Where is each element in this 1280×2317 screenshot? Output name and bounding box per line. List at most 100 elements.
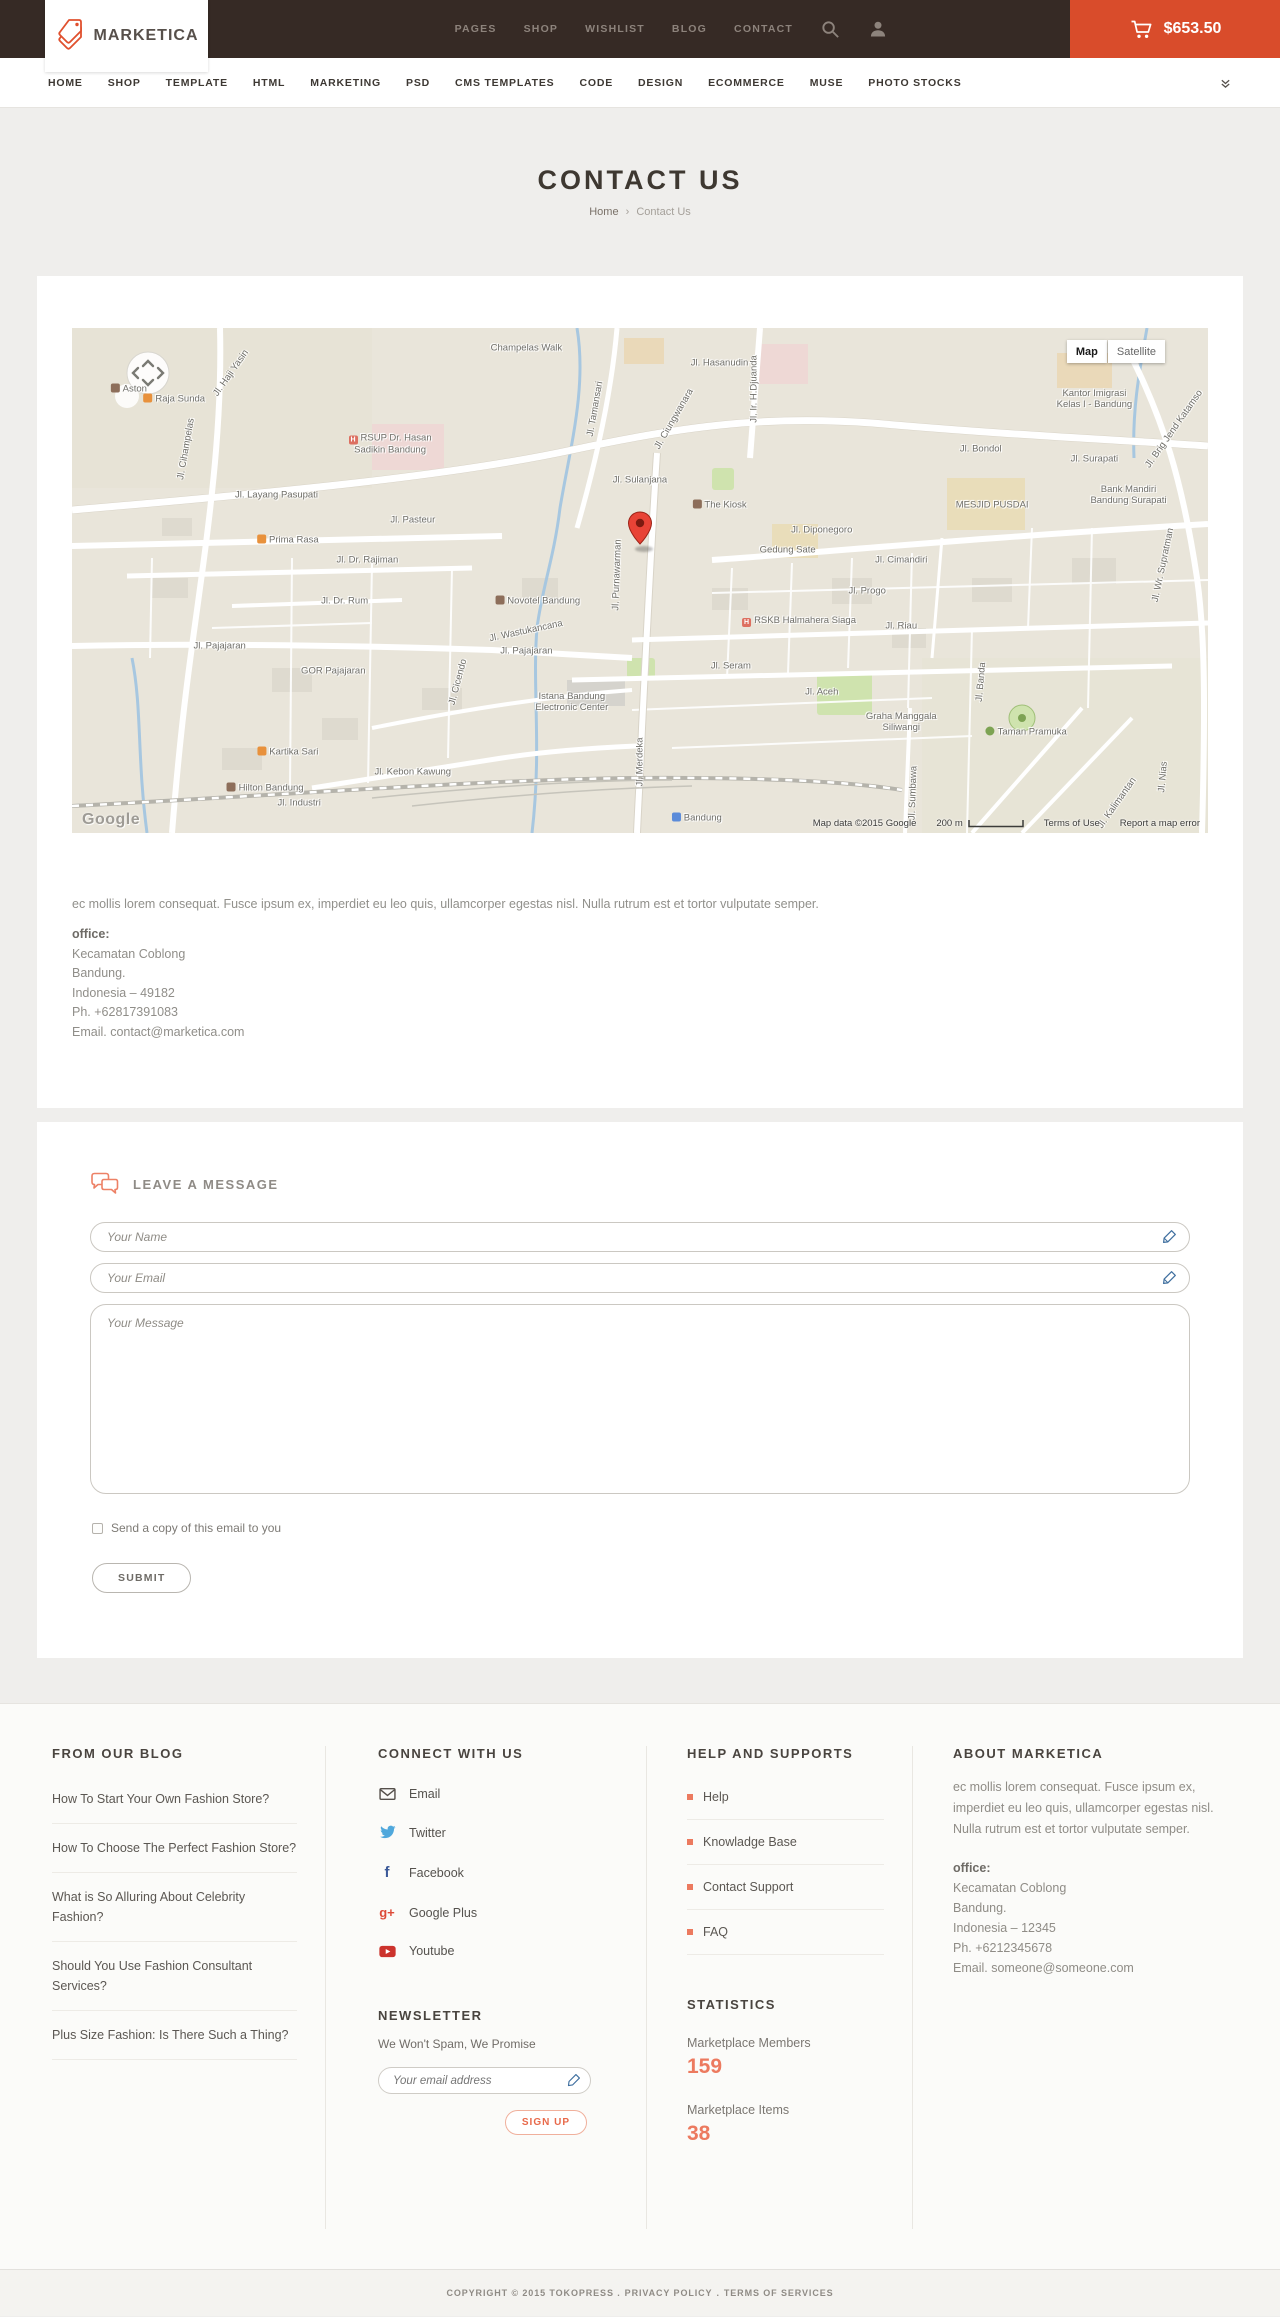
header-nav-link[interactable]: PAGES xyxy=(455,23,497,35)
hosp-poi-icon: H xyxy=(742,617,752,627)
map-label: Raja Sunda xyxy=(143,393,205,404)
rest-poi-icon xyxy=(257,746,267,756)
cart-button[interactable]: $653.50 xyxy=(1070,0,1280,58)
hotel-poi-icon xyxy=(110,383,120,393)
list-item: Knowladge Base xyxy=(687,1820,884,1865)
map-scale-label: 200 m xyxy=(936,818,963,829)
map-scale: 200 m xyxy=(936,818,1024,829)
map-label: Jl. Wr. Supratman xyxy=(1149,527,1176,604)
main-menu-link[interactable]: TEMPLATE xyxy=(166,77,228,89)
social-link[interactable]: Email xyxy=(378,1775,618,1813)
main-menu-link[interactable]: MUSE xyxy=(810,77,844,89)
privacy-policy-link[interactable]: PRIVACY POLICY xyxy=(625,2288,713,2298)
blog-post-link[interactable]: Should You Use Fashion Consultant Servic… xyxy=(52,1942,297,2010)
name-input[interactable] xyxy=(90,1222,1190,1252)
send-copy-label: Send a copy of this email to you xyxy=(111,1521,282,1535)
map-label: Jl. Purnawarman xyxy=(610,539,625,612)
submit-button[interactable]: SUBMIT xyxy=(92,1563,192,1593)
main-menu-link[interactable]: CMS TEMPLATES xyxy=(455,77,554,89)
header-nav-link[interactable]: WISHLIST xyxy=(585,23,645,35)
map-label: Jl. Dr. Rum xyxy=(321,595,369,607)
office-label: office: xyxy=(72,927,110,941)
social-link[interactable]: f Facebook xyxy=(378,1852,618,1893)
signup-button[interactable]: SIGN UP xyxy=(504,2110,587,2135)
office-address-line: Indonesia – 49182 xyxy=(72,985,175,1000)
main-menu-link[interactable]: PSD xyxy=(406,77,430,89)
chevron-down-icon[interactable] xyxy=(1220,78,1231,89)
map-view-button[interactable]: Map xyxy=(1066,340,1107,363)
report-map-error-link[interactable]: Report a map error xyxy=(1120,818,1200,829)
social-label: Twitter xyxy=(409,1825,446,1840)
office-address-line: Kecamatan Coblong xyxy=(953,1881,1067,1895)
main-menu-link[interactable]: HOME xyxy=(48,77,83,89)
statistic-item: Marketplace Members 159 xyxy=(687,2036,884,2079)
map-label: Jl. Hasanudin xyxy=(690,357,749,369)
blog-post-link[interactable]: What is So Alluring About Celebrity Fash… xyxy=(52,1873,297,1941)
help-link[interactable]: Knowladge Base xyxy=(687,1820,884,1864)
map-label: Novotel Bandung xyxy=(495,595,580,606)
help-link[interactable]: Help xyxy=(687,1775,884,1819)
statistic-value: 38 xyxy=(687,2122,711,2145)
chat-bubbles-icon xyxy=(90,1172,120,1196)
map-type-control: Map Satellite xyxy=(1066,340,1165,363)
map-label: Jl. Kebon Kawung xyxy=(374,766,452,778)
newsletter-heading: NEWSLETTER xyxy=(378,2008,483,2023)
breadcrumb-separator: › xyxy=(625,206,630,218)
search-icon[interactable] xyxy=(820,19,841,40)
statistic-value: 159 xyxy=(687,2055,723,2078)
breadcrumb-home-link[interactable]: Home xyxy=(589,206,618,218)
email-field-wrap xyxy=(90,1263,1190,1293)
map-label: Jl. Aceh xyxy=(805,686,839,698)
header-nav-link[interactable]: CONTACT xyxy=(734,23,793,35)
send-copy-option: Send a copy of this email to you xyxy=(90,1521,1190,1535)
satellite-view-button[interactable]: Satellite xyxy=(1107,340,1165,363)
message-textarea[interactable] xyxy=(90,1304,1190,1494)
map-label: Jl. Bondol xyxy=(959,443,1002,455)
social-links-list: Email Twitter f Facebook g+ Google Plus … xyxy=(378,1775,618,1970)
header-nav-link[interactable]: BLOG xyxy=(672,23,707,35)
map-label: Jl. Dr. Rajiman xyxy=(336,554,399,566)
main-menu-link[interactable]: ECOMMERCE xyxy=(708,77,785,89)
copyright-bar: COPYRIGHT © 2015 TOKOPRESS . PRIVACY POL… xyxy=(0,2269,1280,2316)
page-footer: FROM OUR BLOG How To Start Your Own Fash… xyxy=(0,1703,1280,2269)
terms-of-use-link[interactable]: Terms of Use xyxy=(1044,818,1100,829)
blog-post-link[interactable]: How To Choose The Perfect Fashion Store? xyxy=(52,1824,297,1872)
map-label: Jl. Cimandiri xyxy=(875,554,928,566)
main-menu-link[interactable]: DESIGN xyxy=(638,77,683,89)
map-label: Jl. Layang Pasupati xyxy=(235,489,318,501)
park-poi-icon xyxy=(985,726,995,736)
account-icon[interactable] xyxy=(868,19,888,39)
help-link[interactable]: Contact Support xyxy=(687,1865,884,1909)
footer-help-column: HELP AND SUPPORTS Help Knowladge Base Cont… xyxy=(646,1746,912,2229)
blog-post-link[interactable]: How To Start Your Own Fashion Store? xyxy=(52,1775,297,1823)
map-label: Jl. Banda xyxy=(973,661,989,702)
header-nav-link[interactable]: SHOP xyxy=(524,23,559,35)
social-link[interactable]: Youtube xyxy=(378,1932,618,1970)
social-label: Google Plus xyxy=(409,1905,478,1920)
google-map[interactable]: Champelas Walk Jl. Hasanudin Jl. Haji Yasi… xyxy=(72,328,1208,833)
list-item: Should You Use Fashion Consultant Servic… xyxy=(52,1942,297,2011)
blog-post-link[interactable]: Plus Size Fashion: Is There Such a Thing… xyxy=(52,2011,297,2059)
brand-logo[interactable]: MARKETICA xyxy=(45,0,208,72)
map-label: Kantor Imigrasi Kelas I - Bandung xyxy=(1056,387,1133,410)
main-menu-link[interactable]: MARKETING xyxy=(310,77,381,89)
send-copy-checkbox[interactable] xyxy=(92,1522,103,1534)
facebook-icon: f xyxy=(384,1864,390,1881)
social-link[interactable]: Twitter xyxy=(378,1813,618,1852)
main-menu-link[interactable]: PHOTO STOCKS xyxy=(868,77,961,89)
cart-total: $653.50 xyxy=(1163,20,1222,37)
help-link-label: Contact Support xyxy=(703,1880,794,1894)
rest-poi-icon xyxy=(143,393,153,403)
email-input[interactable] xyxy=(90,1263,1190,1293)
help-link-label: FAQ xyxy=(703,1925,729,1939)
social-link[interactable]: g+ Google Plus xyxy=(378,1893,618,1932)
main-menu-link[interactable]: CODE xyxy=(579,77,613,89)
help-links-list: Help Knowladge Base Contact Support FAQ xyxy=(687,1775,884,1955)
terms-of-services-link[interactable]: TERMS OF SERVICES xyxy=(724,2288,834,2298)
newsletter-email-input[interactable] xyxy=(378,2067,591,2094)
main-menu-link[interactable]: SHOP xyxy=(108,77,141,89)
help-link[interactable]: FAQ xyxy=(687,1910,884,1954)
main-menu-link[interactable]: HTML xyxy=(253,77,285,89)
google-plus-icon: g+ xyxy=(379,1905,395,1920)
map-label: Bank Mandiri Bandung Surapati xyxy=(1090,483,1167,506)
